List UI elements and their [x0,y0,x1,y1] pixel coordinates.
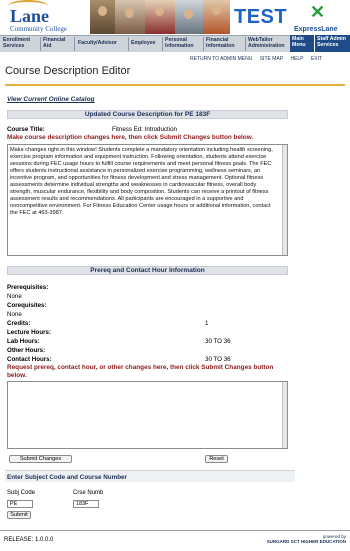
contact-hours-value: 30 TO 36 [205,356,231,363]
header-photo [115,0,145,34]
view-catalog-link[interactable]: View Current Online Catalog [7,96,95,103]
test-environment-badge: TEST [230,4,290,34]
header-photo [175,0,203,34]
submit-changes-button[interactable]: Submit Changes [9,455,72,463]
submit-button[interactable]: Submit [7,511,31,519]
expresslane-logo[interactable]: ✕ ExpressLane [292,2,348,36]
nav-divider [40,37,41,51]
prereq-instruction: Request prereq, contact hour, or other c… [7,364,274,379]
crse-numb-input[interactable]: 183F [73,500,99,508]
help-link[interactable]: HELP [290,56,303,62]
page-footer: RELEASE: 1.0.0.0 powered by SUNGARD SCT … [0,530,350,546]
page-title: Course Description Editor [5,65,131,77]
staff-admin-services-button[interactable]: Staff Admin Services [315,35,350,52]
course-title-label: Course Title: [7,126,45,133]
nav-financial-information[interactable]: Financial Information [206,37,244,49]
textarea-scrollbar[interactable] [282,145,287,255]
nav-divider [162,37,163,51]
contact-hours-label: Contact Hours: [7,356,52,363]
credits-value: 1 [205,320,209,327]
nav-financial-aid[interactable]: Financial Aid [43,37,71,49]
subject-section-heading: Enter Subject Code and Course Number [5,470,295,482]
subj-code-label: Subj Code [7,490,36,496]
nav-faculty-advisor[interactable]: Faculty/Advisor [78,40,128,46]
nav-divider [74,37,75,51]
sungard-logo: powered by SUNGARD SCT HIGHER EDUCATION [267,534,346,544]
return-to-admin-menu-link[interactable]: RETURN TO ADMIN MENU [190,56,252,62]
nav-webtailor-administration[interactable]: WebTailor Administration [248,37,290,49]
crse-numb-label: Crse Numb [73,490,104,496]
nav-divider [245,37,246,51]
test-badge-label: TEST [234,6,288,28]
prerequisites-value: None [7,293,22,300]
credits-label: Credits: [7,320,31,327]
logo-main-text: Lane [10,6,50,26]
exit-link[interactable]: EXIT [311,56,322,62]
corequisites-value: None [7,311,22,318]
header-photo [145,0,175,34]
description-instruction: Make course description changes here, th… [7,134,254,141]
portal-name: ExpressLane [294,26,338,33]
header-photo [203,0,230,34]
utility-links: RETURN TO ADMIN MENU SITE MAP HELP EXIT [190,56,348,62]
header-photo [90,0,115,34]
textarea-scrollbar[interactable] [282,382,287,448]
prerequisites-label: Prerequisites: [7,284,49,291]
lab-hours-label: Lab Hours: [7,338,40,345]
description-panel-heading: Updated Course Description for PE 183F [7,110,288,119]
site-map-link[interactable]: SITE MAP [260,56,283,62]
lab-hours-value: 30 TO 36 [205,338,231,345]
course-title-value: Fitness Ed: Introduction [112,126,178,133]
course-description-text: Make changes right in this window! Stude… [10,147,273,216]
nav-divider [128,37,129,51]
course-description-textarea[interactable]: Make changes right in this window! Stude… [7,144,288,256]
logo-sub-text: Community College [10,25,67,33]
runner-icon: ✕ [310,2,326,22]
release-version: RELEASE: 1.0.0.0 [4,537,54,543]
title-divider [5,84,345,86]
nav-employee[interactable]: Employee [131,40,161,46]
main-nav: Enrollment Services Financial Aid Facult… [0,35,290,52]
main-menu-button[interactable]: Main Menu [290,35,314,52]
vendor-name: SUNGARD SCT HIGHER EDUCATION [266,539,346,544]
lecture-hours-label: Lecture Hours: [7,329,52,336]
prereq-panel-heading: Prereq and Contact Hour Information [7,266,288,275]
nav-personal-information[interactable]: Personal Information [165,37,201,49]
menu-buttons: Main Menu Staff Admin Services [290,35,350,52]
nav-divider [203,37,204,51]
prereq-request-textarea[interactable] [7,381,288,449]
subj-code-input[interactable]: PE [7,500,33,508]
subject-section-title: Enter Subject Code and Course Number [7,474,128,481]
other-hours-label: Other Hours: [7,347,46,354]
corequisites-label: Corequisites: [7,302,47,309]
reset-button[interactable]: Reset [205,455,228,463]
lane-logo[interactable]: Lane Community College [4,0,67,36]
page-header: Lane Community College TEST ✕ ExpressLan… [0,0,350,52]
nav-enrollment-services[interactable]: Enrollment Services [3,37,36,49]
header-photo-strip [90,0,230,34]
